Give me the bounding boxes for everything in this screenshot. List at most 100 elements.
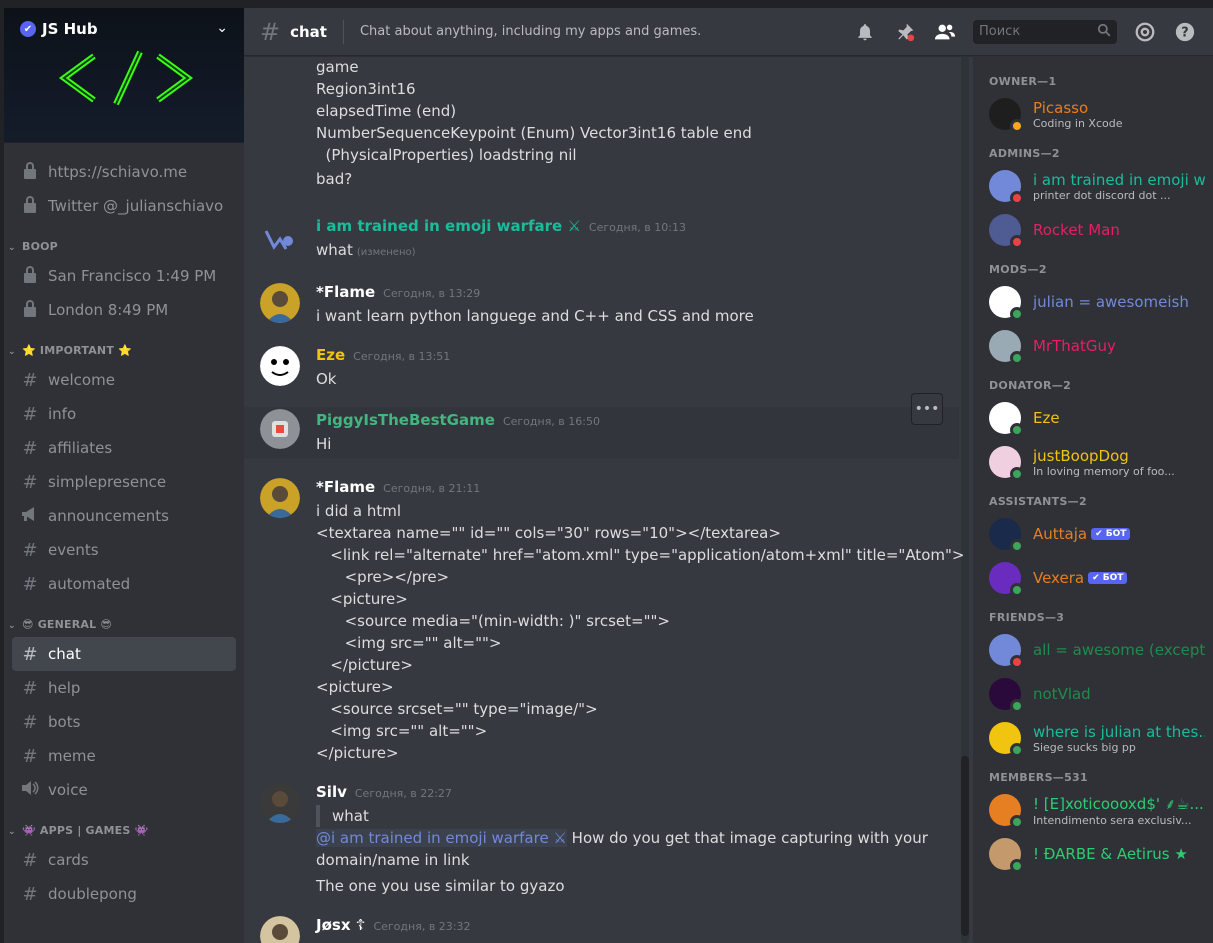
category-header[interactable]: ⌄ ⭐ IMPORTANT ⭐ bbox=[4, 333, 244, 363]
member-item[interactable]: Vexera ✔ БОТ bbox=[973, 556, 1213, 600]
member-activity: Coding in Xcode bbox=[1033, 116, 1123, 130]
category-header[interactable]: ⌄ BOOP bbox=[4, 229, 244, 259]
avatar[interactable] bbox=[260, 478, 300, 518]
status-dnd-icon bbox=[1010, 235, 1024, 249]
message-text: <source srcset="" type="image/"> bbox=[316, 698, 959, 720]
channel-cards[interactable]: # cards bbox=[12, 843, 236, 877]
member-item[interactable]: ! [E]xoticoooxd$' ⸙☕... Intendimento sera… bbox=[973, 788, 1213, 832]
member-item[interactable]: Rocket Man bbox=[973, 208, 1213, 252]
channel-bots[interactable]: # bots bbox=[12, 705, 236, 739]
message[interactable]: i am trained in emoji warfare ⚔ Сегодня, … bbox=[244, 215, 959, 264]
member-item[interactable]: justBoopDog In loving memory of foo... bbox=[973, 440, 1213, 484]
member-item[interactable]: MrThatGuy bbox=[973, 324, 1213, 368]
username[interactable]: *Flame bbox=[316, 476, 375, 498]
message-text-part: <source srcset="" type="image/"> bbox=[316, 700, 598, 718]
pin-icon[interactable] bbox=[893, 20, 917, 44]
channel-welcome[interactable]: # welcome bbox=[12, 363, 236, 397]
username[interactable]: PiggyIsTheBestGame bbox=[316, 409, 495, 431]
channel-automated[interactable]: # automated bbox=[12, 567, 236, 601]
member-item[interactable]: i am trained in emoji w... printer dot di… bbox=[973, 164, 1213, 208]
channel-doublepong[interactable]: # doublepong bbox=[12, 877, 236, 911]
member-info: ! ĐARBE & Aetirus ★ bbox=[1033, 845, 1205, 863]
channel-label: welcome bbox=[48, 371, 115, 389]
chevron-down-icon[interactable]: ⌄ bbox=[216, 20, 228, 36]
avatar[interactable] bbox=[260, 783, 300, 823]
channel-label: cards bbox=[48, 851, 89, 869]
category-header[interactable]: ⌄ 😎 GENERAL 😎 bbox=[4, 607, 244, 637]
avatar[interactable] bbox=[260, 217, 300, 257]
channel-voice[interactable]: voice bbox=[12, 773, 236, 807]
message[interactable]: *Flame Сегодня, в 13:29 i want learn pytho… bbox=[244, 281, 959, 327]
member-group-title: ADMINS—2 bbox=[989, 147, 1060, 160]
scrollbar-thumb[interactable] bbox=[961, 756, 969, 936]
avatar[interactable] bbox=[260, 346, 300, 386]
member-name-text: Eze bbox=[1033, 409, 1060, 427]
message-text-part: i did a html bbox=[316, 502, 402, 520]
message[interactable]: Silv Сегодня, в 22:27 what @i am trained in… bbox=[244, 781, 959, 897]
channel-label: London 8:49 PM bbox=[48, 301, 169, 319]
user-mention[interactable]: @i am trained in emoji warfare ⚔ bbox=[316, 829, 567, 847]
member-list: OWNER—1 Picasso Coding in Xcode ADMINS—2 i a… bbox=[973, 56, 1213, 943]
avatar bbox=[989, 446, 1024, 481]
member-item[interactable]: ! ĐARBE & Aetirus ★ bbox=[973, 832, 1213, 876]
username[interactable]: i am trained in emoji warfare ⚔ bbox=[316, 215, 581, 237]
lock-icon bbox=[20, 195, 40, 218]
username[interactable]: *Flame bbox=[316, 281, 375, 303]
channel-meme[interactable]: # meme bbox=[12, 739, 236, 773]
member-item[interactable]: where is julian at thes... Siege sucks bi… bbox=[973, 716, 1213, 760]
category-header[interactable]: ⌄ 👾 APPS | GAMES 👾 bbox=[4, 813, 244, 843]
member-item[interactable]: notVlad bbox=[973, 672, 1213, 716]
avatar[interactable] bbox=[260, 409, 300, 449]
mention-icon[interactable] bbox=[1133, 20, 1157, 44]
member-item[interactable]: all = awesome (except... bbox=[973, 628, 1213, 672]
server-banner[interactable]: ✔ JS Hub ⌄ bbox=[4, 8, 244, 143]
member-item[interactable]: Eze bbox=[973, 396, 1213, 440]
channel-chat[interactable]: # chat bbox=[12, 637, 236, 671]
status-online-icon bbox=[1010, 539, 1024, 553]
message[interactable]: PiggyIsTheBestGame Сегодня, в 16:50 Hi ••• bbox=[244, 393, 959, 459]
hash-icon: # bbox=[22, 573, 38, 595]
sidebar-link-1[interactable]: Twitter @_julianschiavo bbox=[12, 189, 236, 223]
member-name-text: where is julian at thes... bbox=[1033, 722, 1205, 741]
category-name: BOOP bbox=[22, 240, 58, 253]
channel-info[interactable]: # info bbox=[12, 397, 236, 431]
channel-simplepresence[interactable]: # simplepresence bbox=[12, 465, 236, 499]
avatar bbox=[989, 562, 1024, 597]
message-text: <img src="" alt=""> bbox=[316, 632, 959, 654]
channel-help[interactable]: # help bbox=[12, 671, 236, 705]
channel-announcements[interactable]: announcements bbox=[12, 499, 236, 533]
timestamp: Сегодня, в 22:27 bbox=[354, 787, 452, 800]
channel-label: bots bbox=[48, 713, 81, 731]
message[interactable]: *Flame Сегодня, в 21:11 i did a html <texta… bbox=[244, 476, 964, 764]
member-item[interactable]: julian = awesomeish bbox=[973, 280, 1213, 324]
channel-affiliates[interactable]: # affiliates bbox=[12, 431, 236, 465]
message-header: *Flame Сегодня, в 21:11 bbox=[316, 476, 959, 500]
username[interactable]: Jøsx ☦ bbox=[316, 914, 365, 936]
hash-icon: # bbox=[22, 883, 38, 905]
avatar bbox=[989, 722, 1024, 757]
speaker-icon bbox=[20, 780, 40, 801]
more-options-button[interactable]: ••• bbox=[911, 393, 943, 425]
server-header[interactable]: ✔ JS Hub bbox=[20, 20, 98, 38]
member-item[interactable]: Auttaja ✔ БОТ bbox=[973, 512, 1213, 556]
channel-san[interactable]: San Francisco 1:49 PM bbox=[12, 259, 236, 293]
avatar[interactable] bbox=[260, 916, 300, 943]
bot-badge: ✔ БОТ bbox=[1088, 572, 1128, 584]
members-icon[interactable] bbox=[933, 20, 957, 44]
help-icon[interactable]: ? bbox=[1173, 20, 1197, 44]
message[interactable]: Jøsx ☦ Сегодня, в 23:32 bbox=[244, 914, 959, 943]
message[interactable]: Eze Сегодня, в 13:51 Ok bbox=[244, 344, 959, 390]
bell-icon[interactable] bbox=[853, 20, 877, 44]
member-item[interactable]: Picasso Coding in Xcode bbox=[973, 92, 1213, 136]
username[interactable]: Silv bbox=[316, 781, 347, 803]
avatar[interactable] bbox=[260, 283, 300, 323]
search-input[interactable]: Поиск bbox=[973, 19, 1117, 44]
channel-label: Twitter @_julianschiavo bbox=[48, 197, 224, 215]
member-name-text: all = awesome (except... bbox=[1033, 641, 1205, 659]
username[interactable]: Eze bbox=[316, 344, 345, 366]
channel-events[interactable]: # events bbox=[12, 533, 236, 567]
channel-london[interactable]: London 8:49 PM bbox=[12, 293, 236, 327]
timestamp: Сегодня, в 10:13 bbox=[588, 221, 686, 234]
channel-label: affiliates bbox=[48, 439, 113, 457]
sidebar-link-0[interactable]: https://schiavo.me bbox=[12, 155, 236, 189]
